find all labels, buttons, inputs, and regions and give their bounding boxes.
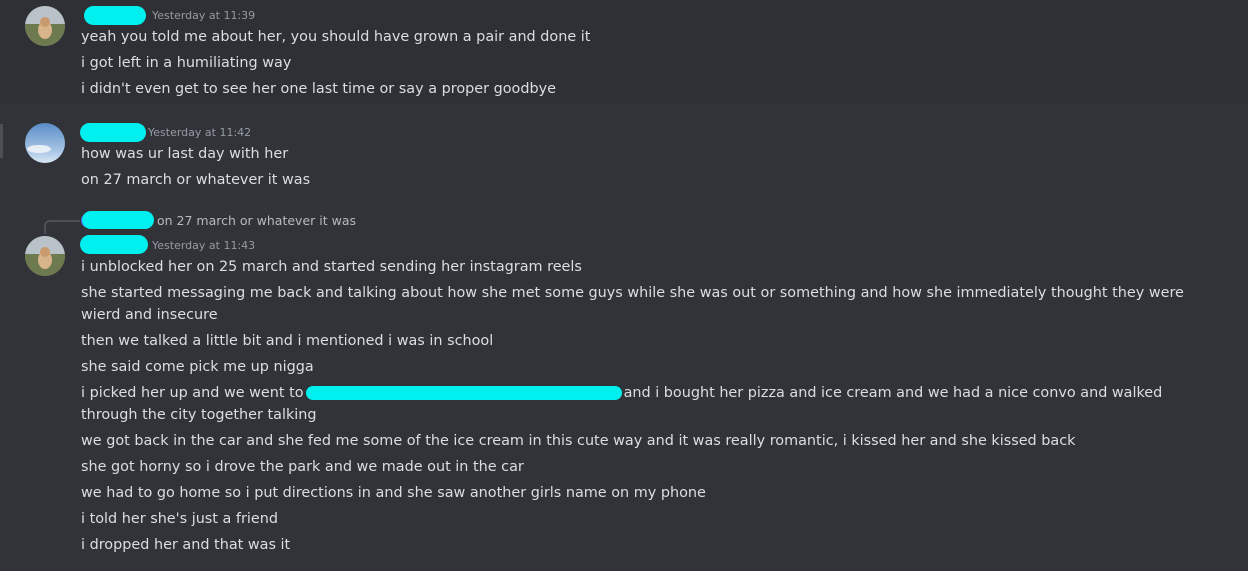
redacted-username[interactable] bbox=[82, 211, 154, 229]
message-text: yeah you told me about her, you should h… bbox=[81, 29, 591, 45]
message-timestamp: Yesterday at 11:43 bbox=[152, 239, 256, 252]
message-timestamp: Yesterday at 11:39 bbox=[152, 9, 256, 22]
avatar-image bbox=[25, 123, 65, 163]
message-text: she got horny so i drove the park and we… bbox=[81, 459, 524, 475]
redacted-username[interactable] bbox=[80, 123, 146, 142]
message-text: i picked her up and we went to and i boug… bbox=[81, 382, 1201, 426]
redacted-location bbox=[305, 386, 622, 400]
message-text: she started messaging me back and talkin… bbox=[81, 285, 1184, 323]
avatar[interactable] bbox=[25, 123, 65, 163]
avatar[interactable] bbox=[25, 236, 65, 276]
redacted-username[interactable] bbox=[84, 6, 146, 25]
message-text-part: i picked her up and we went to bbox=[81, 385, 304, 401]
reply-preview-text[interactable]: on 27 march or whatever it was bbox=[157, 213, 356, 228]
message-timestamp: Yesterday at 11:42 bbox=[148, 126, 252, 139]
message-text: on 27 march or whatever it was bbox=[81, 172, 311, 188]
message-text: i didn't even get to see her one last ti… bbox=[81, 81, 556, 97]
message-text: then we talked a little bit and i mentio… bbox=[81, 333, 494, 349]
avatar[interactable] bbox=[25, 6, 65, 46]
message-text: we had to go home so i put directions in… bbox=[81, 485, 706, 501]
reply-connector bbox=[44, 220, 80, 234]
message-text: we got back in the car and she fed me so… bbox=[81, 433, 1076, 449]
message-text: how was ur last day with her bbox=[81, 146, 289, 162]
scroll-marker bbox=[0, 124, 3, 158]
redacted-username[interactable] bbox=[80, 235, 148, 254]
message-text: i dropped her and that was it bbox=[81, 537, 291, 553]
avatar-image bbox=[25, 6, 65, 46]
message-text: i told her she's just a friend bbox=[81, 511, 279, 527]
message-text: she said come pick me up nigga bbox=[81, 359, 314, 375]
avatar-image bbox=[25, 236, 65, 276]
message-text: i unblocked her on 25 march and started … bbox=[81, 259, 582, 275]
message-text: i got left in a humiliating way bbox=[81, 55, 292, 71]
